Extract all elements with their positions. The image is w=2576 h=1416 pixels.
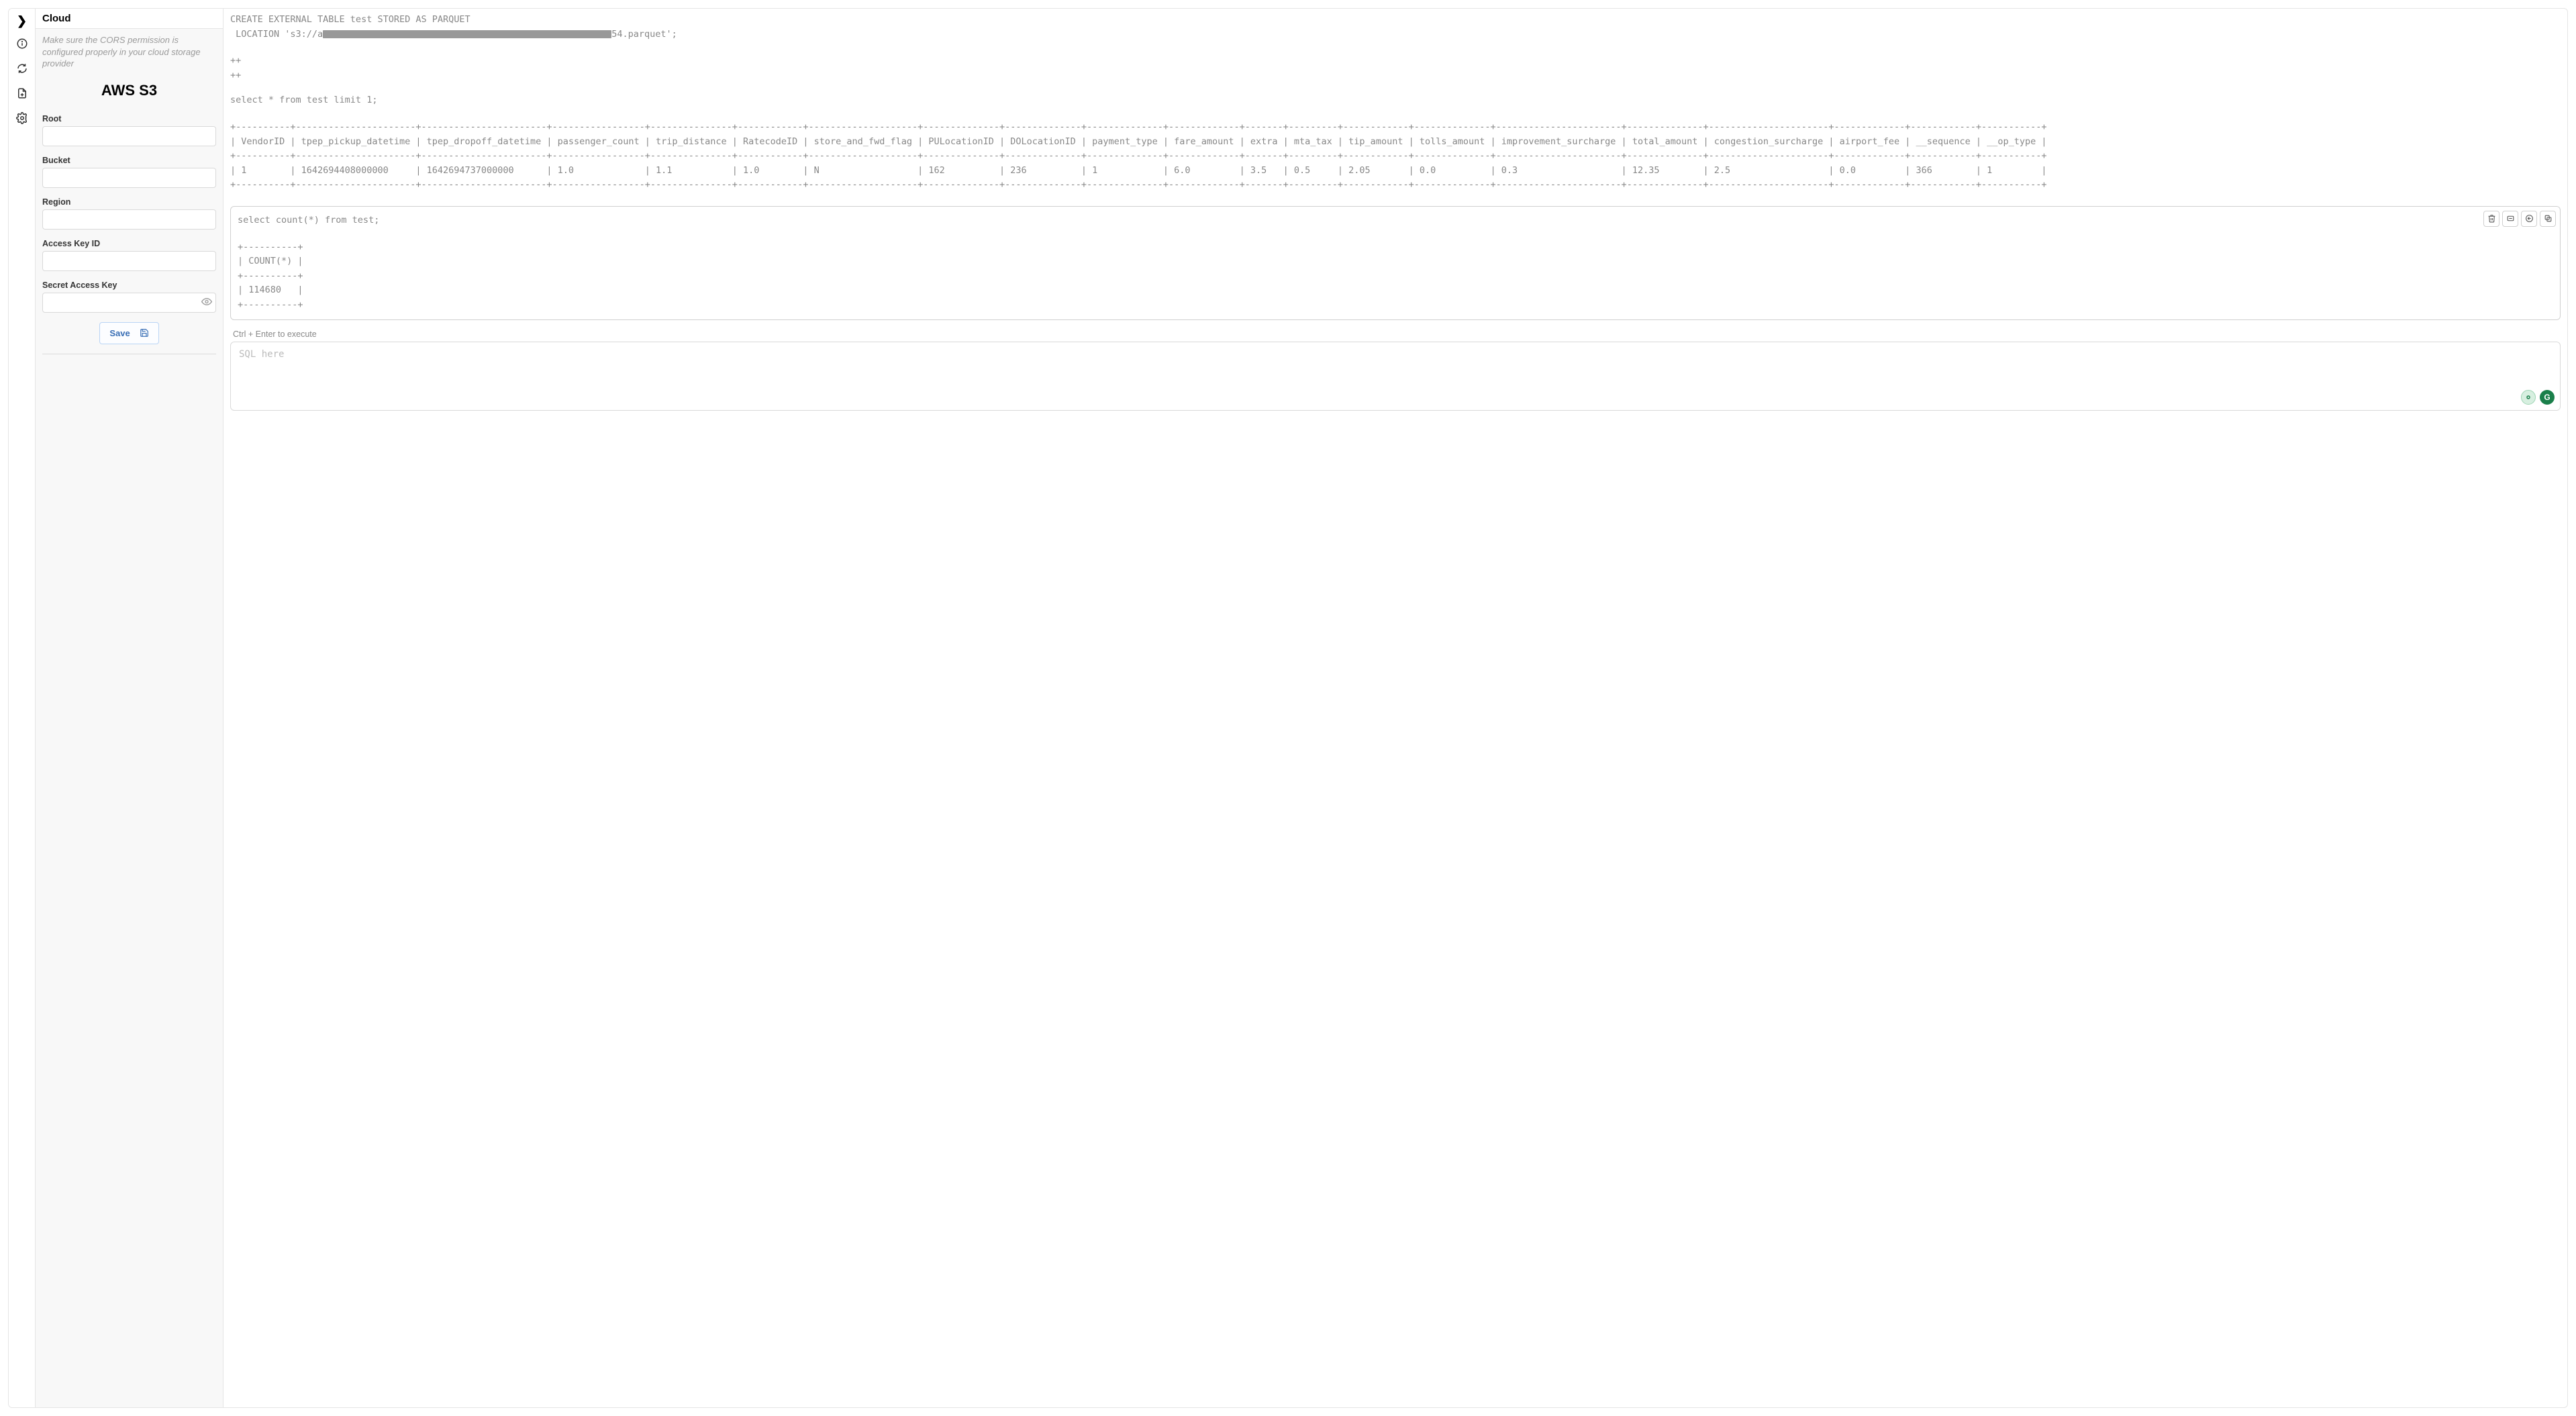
result-select: +----------+----------------------+-----… [230,120,2561,193]
query-block-create[interactable]: CREATE EXTERNAL TABLE test STORED AS PAR… [228,13,2563,93]
reveal-secret-button[interactable] [201,296,212,309]
result-create: ++ ++ [230,54,2561,83]
save-icon [140,328,149,338]
input-secret[interactable] [42,293,216,313]
label-root: Root [42,114,216,123]
settings-icon[interactable] [16,112,28,128]
provider-title: AWS S3 [42,82,216,99]
collapse-block-button[interactable] [2502,211,2518,227]
input-region[interactable] [42,209,216,230]
query-text-count: select count(*) from test; [238,213,2553,228]
sql-editor: G [230,342,2561,411]
execute-hint: Ctrl + Enter to execute [233,330,2561,339]
icon-rail: ❯ [9,9,36,1407]
label-bucket: Bucket [42,156,216,165]
sidebar-hint: Make sure the CORS permission is configu… [42,34,216,70]
editor-badges: G [2521,390,2555,405]
query-block-select[interactable]: select * from test limit 1; +----------+… [228,93,2563,203]
query-text-select: select * from test limit 1; [230,93,2561,108]
redacted-s3-path [323,30,611,38]
copy-icon [2544,214,2553,223]
new-file-icon[interactable] [16,87,28,103]
input-access-key[interactable] [42,251,216,271]
minus-icon [2506,214,2515,223]
query-text-create: CREATE EXTERNAL TABLE test STORED AS PAR… [230,13,2561,42]
grammarly-light-icon[interactable] [2521,390,2536,405]
delete-block-button[interactable] [2483,211,2499,227]
query-block-count[interactable]: select count(*) from test; +----------+ … [230,206,2561,320]
insert-before-button[interactable] [2521,211,2537,227]
main-panel: CREATE EXTERNAL TABLE test STORED AS PAR… [224,9,2567,1407]
save-button-label: Save [109,328,130,338]
copy-block-button[interactable] [2540,211,2556,227]
result-count: +----------+ | COUNT(*) | +----------+ |… [238,240,2553,313]
arrow-in-icon [2525,214,2534,223]
sql-input[interactable] [231,342,2560,407]
sidebar-title: Cloud [36,9,223,29]
logo-icon[interactable]: ❯ [17,14,27,28]
info-icon[interactable] [16,38,28,53]
label-access-key: Access Key ID [42,239,216,248]
trash-icon [2487,214,2496,223]
sidebar: Cloud Make sure the CORS permission is c… [36,9,224,1407]
label-region: Region [42,197,216,207]
sync-icon[interactable] [16,62,28,78]
grammarly-dark-icon[interactable]: G [2540,390,2555,405]
input-bucket[interactable] [42,168,216,188]
label-secret: Secret Access Key [42,281,216,290]
block-toolbar [2483,211,2556,227]
save-button[interactable]: Save [99,322,158,344]
input-root[interactable] [42,126,216,146]
app-shell: ❯ Cloud Make sure the CORS permission is… [8,8,2568,1408]
